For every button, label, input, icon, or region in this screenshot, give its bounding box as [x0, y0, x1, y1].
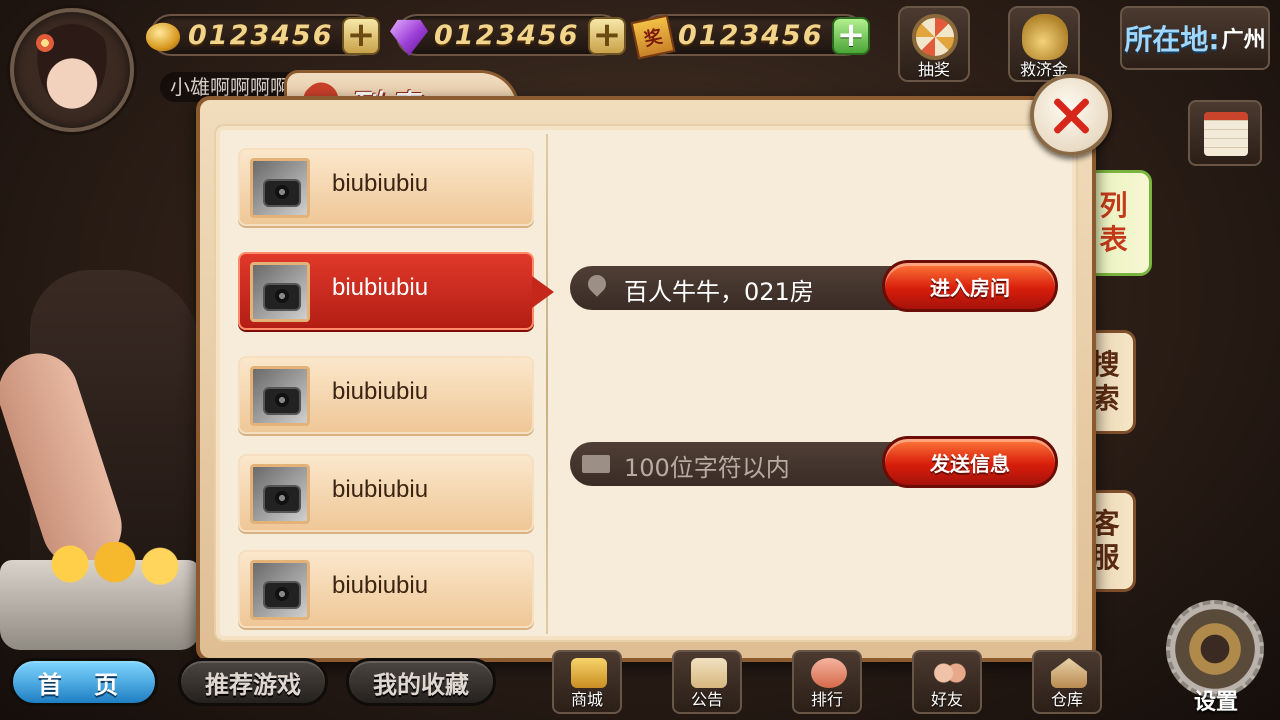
message-input[interactable]: 100位字符以内 [624, 448, 790, 483]
friend-avatar [250, 158, 310, 218]
money-bag-icon [1022, 14, 1068, 60]
announcement-icon [691, 658, 727, 688]
message-input-row[interactable]: 100位字符以内 发送信息 [570, 436, 1058, 488]
nav-favorites-button[interactable]: 我的收藏 [346, 658, 496, 706]
list-divider [546, 134, 548, 634]
location-pin-icon [584, 271, 610, 297]
notice-label: 公告 [690, 690, 723, 709]
camera-icon [265, 181, 299, 205]
nav-friends-button[interactable]: 好友 [912, 650, 982, 714]
lottery-ticket-icon: 奖 [630, 14, 676, 60]
friend-name: biubiubiu [332, 572, 429, 599]
friend-list-item[interactable]: biubiubiu [238, 148, 534, 226]
player-avatar[interactable] [10, 8, 134, 132]
location-display[interactable]: 所在地: 广州 [1120, 6, 1270, 70]
friend-list-modal: biubiubiu biubiubiu biubiubiu biubiubiu … [196, 96, 1096, 662]
enter-room-button[interactable]: 进入房间 [882, 260, 1058, 312]
lottery-button[interactable]: 抽奖 [898, 6, 970, 82]
gold-currency: 0123456 + [145, 14, 380, 56]
gold-coin-icon [145, 22, 181, 52]
nav-warehouse-button[interactable]: 仓库 [1032, 650, 1102, 714]
nav-home-button[interactable]: 首 页 [10, 658, 158, 706]
close-icon [1051, 95, 1091, 135]
camera-icon [265, 285, 299, 309]
friend-avatar [250, 560, 310, 620]
room-info-text: 百人牛牛，021房 [624, 278, 814, 306]
friend-avatar [250, 366, 310, 426]
location-label: 所在地: [1124, 23, 1220, 56]
close-modal-button[interactable] [1030, 74, 1112, 156]
room-info-row: 百人牛牛，021房 进入房间 [570, 260, 1058, 312]
ranking-icon [811, 658, 847, 688]
mail-icon [582, 455, 610, 473]
add-ticket-button[interactable]: + [832, 17, 870, 55]
friends-icon [931, 658, 967, 688]
shop-icon [571, 658, 607, 688]
gold-ingot-bowl-decoration [0, 542, 200, 650]
nav-recommended-games-button[interactable]: 推荐游戏 [178, 658, 328, 706]
add-diamond-button[interactable]: + [588, 17, 626, 55]
shop-label: 商城 [570, 690, 603, 709]
settings-label: 设置 [1193, 690, 1238, 715]
plus-icon: + [346, 14, 376, 55]
friend-avatar [250, 464, 310, 524]
friend-list-item-selected[interactable]: biubiubiu [238, 252, 554, 330]
gold-amount: 0123456 [188, 20, 334, 51]
diamond-currency: 0123456 + [390, 14, 626, 56]
friend-avatar [250, 262, 310, 322]
diamond-icon [390, 19, 428, 56]
nav-ranking-button[interactable]: 排行 [792, 650, 862, 714]
plus-icon: + [592, 14, 622, 55]
friends-label: 好友 [930, 690, 963, 709]
ranking-label: 排行 [810, 690, 843, 709]
calendar-icon [1204, 112, 1248, 156]
lottery-label: 抽奖 [917, 60, 950, 79]
nav-notice-button[interactable]: 公告 [672, 650, 742, 714]
settings-button[interactable]: 设置 [1160, 600, 1272, 716]
add-gold-button[interactable]: + [342, 17, 380, 55]
camera-icon [265, 389, 299, 413]
nav-shop-button[interactable]: 商城 [552, 650, 622, 714]
friend-name: biubiubiu [332, 378, 429, 405]
hair-flower-icon [36, 34, 54, 52]
friend-list-item[interactable]: biubiubiu [238, 356, 534, 434]
friend-name: biubiubiu [332, 274, 429, 301]
relief-fund-button[interactable]: 救济金 [1008, 6, 1080, 82]
send-message-button[interactable]: 发送信息 [882, 436, 1058, 488]
friend-list-item[interactable]: biubiubiu [238, 550, 534, 628]
plus-icon: + [836, 14, 866, 55]
friend-name: biubiubiu [332, 476, 429, 503]
warehouse-label: 仓库 [1050, 690, 1083, 709]
friend-name: biubiubiu [332, 170, 429, 197]
daily-signin-button[interactable] [1188, 100, 1262, 166]
ticket-currency: 奖 0123456 + [630, 14, 870, 60]
warehouse-icon [1051, 658, 1087, 688]
location-value: 广州 [1221, 28, 1266, 53]
camera-icon [265, 583, 299, 607]
prize-wheel-icon [912, 14, 958, 60]
ticket-amount: 0123456 [678, 20, 824, 51]
diamond-amount: 0123456 [434, 20, 580, 51]
friend-list-item[interactable]: biubiubiu [238, 454, 534, 532]
modal-content: biubiubiu biubiubiu biubiubiu biubiubiu … [214, 124, 1078, 642]
camera-icon [265, 487, 299, 511]
